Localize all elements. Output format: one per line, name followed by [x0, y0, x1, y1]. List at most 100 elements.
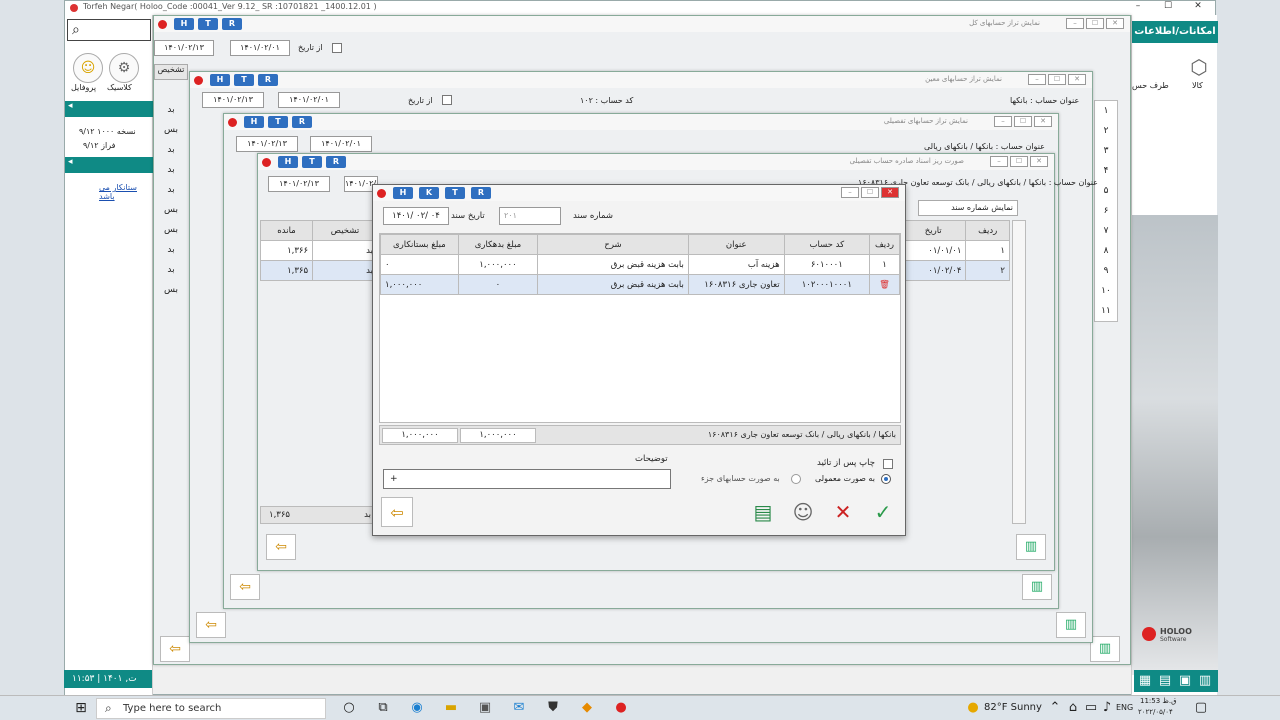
hk-button-r[interactable]: R — [326, 156, 346, 168]
window-close[interactable]: ✕ — [1030, 156, 1048, 167]
hk-button-r[interactable]: R — [258, 74, 278, 86]
chart-button[interactable]: ▥ — [1016, 534, 1046, 560]
window-maximize[interactable]: ☐ — [1048, 74, 1066, 85]
window-minimize[interactable]: – — [994, 116, 1012, 127]
date-from-field[interactable]: ۱۴۰۱/۰۲/۰۱ — [310, 136, 372, 152]
security-icon[interactable]: ⛊ — [544, 700, 562, 716]
profile-icon[interactable]: ☺ — [73, 53, 103, 83]
table-icon[interactable]: ▥ — [1196, 673, 1214, 689]
window-maximize[interactable]: ☐ — [1014, 116, 1032, 127]
from-date-checkbox[interactable] — [332, 43, 342, 53]
user-icon[interactable]: ☺ — [787, 497, 819, 527]
exit-button[interactable]: ⇦ — [230, 574, 260, 600]
windows-start-icon[interactable]: ⊞ — [72, 700, 90, 716]
doc-number-field[interactable]: ۲۰۱ — [499, 207, 561, 225]
show-doc-number[interactable]: نمایش شماره سند — [918, 200, 1018, 216]
date-to-field[interactable]: ۱۴۰۱/۰۲/۱۳ — [236, 136, 298, 152]
dialog-minimize[interactable]: – — [841, 187, 859, 198]
radio-normal[interactable] — [881, 474, 891, 484]
taskbar-search[interactable]: ⌕ Type here to search — [96, 698, 326, 719]
table-row[interactable]: بد ۱,۳۶۵ — [259, 260, 378, 281]
window-maximize[interactable]: ☐ — [1086, 18, 1104, 29]
window-maximize[interactable]: ☐ — [1010, 156, 1028, 167]
date-to-field[interactable]: ۱۴۰۱/۰۲/۱۳ — [202, 92, 264, 108]
hk-button-r[interactable]: R — [471, 187, 491, 199]
dialog-close-dot[interactable] — [377, 189, 386, 198]
table-row[interactable]: 🗑 ۱۰۲۰۰۰۱۰۰۰۱ تعاون جاری ۱۶۰۸۳۱۶ بابت هز… — [380, 274, 900, 295]
date-from-field[interactable]: ۱۴۰۱/۰۲/۰۱ — [230, 40, 290, 56]
hk-button-t[interactable]: T — [234, 74, 254, 86]
hk-button-t[interactable]: T — [302, 156, 322, 168]
chart-button[interactable]: ▥ — [1056, 612, 1086, 638]
creditor-link[interactable]: ستانکار می باشد — [99, 183, 152, 201]
task-view-icon[interactable]: ⧉ — [374, 700, 392, 716]
volume-icon[interactable]: ♪ — [1098, 700, 1116, 716]
window-close-dot[interactable] — [158, 20, 167, 29]
window-minimize[interactable]: – — [1066, 18, 1084, 29]
hk-button-t[interactable]: T — [198, 18, 218, 30]
window-close-dot[interactable] — [262, 158, 271, 167]
print-after-confirm-checkbox[interactable] — [883, 459, 893, 469]
features-tab[interactable]: امکانات/اطلاعات — [1132, 21, 1218, 43]
hk-button-h[interactable]: H — [393, 187, 413, 199]
date-to-field[interactable]: ۱۴۰۱/۰۲/۱۳ — [268, 176, 330, 192]
exit-button[interactable]: ⇦ — [381, 497, 413, 527]
hk-button-h[interactable]: H — [210, 74, 230, 86]
exit-button[interactable]: ⇦ — [196, 612, 226, 638]
window-minimize[interactable]: – — [990, 156, 1008, 167]
sheet-icon[interactable]: ▤ — [1156, 673, 1174, 689]
network-icon[interactable]: ⌂ — [1064, 700, 1082, 716]
date-from-field[interactable]: ۱۴۰۱/۰۲/۰۱ — [278, 92, 340, 108]
chart-button[interactable]: ▥ — [1022, 574, 1052, 600]
chart-button[interactable]: ▥ — [1090, 636, 1120, 662]
confirm-button[interactable]: ✓ — [867, 497, 899, 527]
store-icon[interactable]: ▣ — [476, 700, 494, 716]
hk-button-t[interactable]: T — [445, 187, 465, 199]
goods-icon[interactable]: ⬡ — [1184, 55, 1214, 83]
radio-detail[interactable] — [791, 474, 801, 484]
table-row[interactable]: بد ۱,۳۶۶ — [259, 240, 378, 261]
hk-button-h[interactable]: H — [244, 116, 264, 128]
close-button[interactable]: ✕ — [1185, 1, 1211, 15]
mail-icon[interactable]: ✉ — [510, 700, 528, 716]
hk-button-r[interactable]: R — [292, 116, 312, 128]
notes-input[interactable]: + — [383, 469, 671, 489]
dialog-close[interactable]: ✕ — [881, 187, 899, 198]
dialog-maximize[interactable]: ☐ — [861, 187, 879, 198]
search-input[interactable]: ⌕ — [67, 19, 151, 41]
hk-button-t[interactable]: T — [268, 116, 288, 128]
clock-time[interactable]: 11:53 ق.ظ — [1140, 697, 1177, 705]
hk-button-h[interactable]: H — [174, 18, 194, 30]
date-to-field[interactable]: ۱۴۰۱/۰۲/۱۳ — [154, 40, 214, 56]
calc-icon[interactable]: ▣ — [1176, 673, 1194, 689]
hk-button-k[interactable]: K — [419, 187, 439, 199]
window-minimize[interactable]: – — [1028, 74, 1046, 85]
hk-button-r[interactable]: R — [222, 18, 242, 30]
table-row[interactable]: ۱ ۶۰۱۰۰۰۱ هزینه آب بابت هزینه قبض برق ۱,… — [380, 254, 900, 275]
from-date-checkbox[interactable] — [442, 95, 452, 105]
cortana-icon[interactable]: ○ — [340, 700, 358, 716]
minimize-button[interactable]: – — [1125, 1, 1151, 15]
table-row[interactable]: ۲ ۰۱/۰۲/۰۴ — [899, 260, 1010, 281]
notification-icon[interactable]: ▢ — [1192, 700, 1210, 716]
window-close[interactable]: ✕ — [1106, 18, 1124, 29]
file-explorer-icon[interactable]: ▬ — [442, 700, 460, 716]
hk-button-h[interactable]: H — [278, 156, 298, 168]
window-close-dot[interactable] — [228, 118, 237, 127]
cancel-button[interactable]: ✕ — [827, 497, 859, 527]
doc-date-field[interactable]: ۱۴۰۱/ ۰۲/ ۰۴ — [383, 207, 449, 225]
grid-icon[interactable]: ▦ — [1136, 673, 1154, 689]
vertical-scrollbar[interactable] — [1012, 220, 1026, 524]
exit-button[interactable]: ⇦ — [160, 636, 190, 662]
holoo-taskbar-icon[interactable]: ● — [612, 700, 630, 716]
window-close[interactable]: ✕ — [1034, 116, 1052, 127]
sheet-icon[interactable]: ▤ — [747, 497, 779, 527]
edge-icon[interactable]: ◉ — [408, 700, 426, 716]
tray-chevron-icon[interactable]: ⌃ — [1046, 700, 1064, 716]
clock-date[interactable]: ۲۰۲۲/۰۵/۰۴ — [1138, 708, 1173, 716]
maximize-button[interactable]: ☐ — [1155, 1, 1181, 15]
exit-button[interactable]: ⇦ — [266, 534, 296, 560]
window-close[interactable]: ✕ — [1068, 74, 1086, 85]
delete-row-icon[interactable]: 🗑 — [869, 274, 900, 295]
window-close-dot[interactable] — [194, 76, 203, 85]
